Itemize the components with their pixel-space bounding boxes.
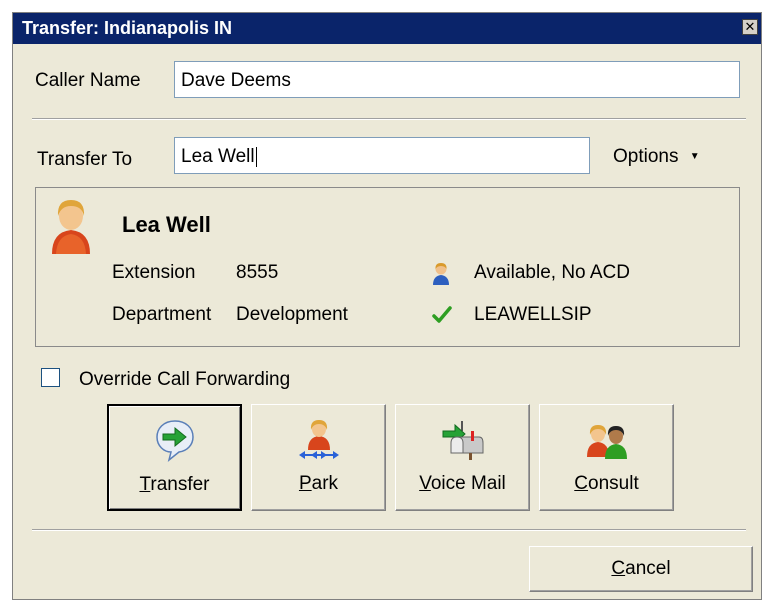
voice-mail-label: Voice Mail (419, 473, 506, 494)
options-label: Options (613, 146, 679, 167)
text-caret (255, 146, 257, 167)
user-avatar-icon (52, 200, 90, 254)
divider (32, 529, 746, 531)
transfer-to-label: Transfer To (37, 149, 133, 170)
extension-label: Extension (112, 262, 196, 283)
transfer-arrow-icon (155, 420, 194, 462)
transfer-to-field[interactable]: Lea Well (174, 137, 590, 174)
transfer-label: Transfer (139, 474, 210, 495)
park-label: Park (298, 473, 339, 494)
caller-name-value: Dave Deems (181, 70, 291, 91)
override-label[interactable]: Override Call Forwarding (79, 369, 290, 391)
department-label: Department (112, 304, 212, 325)
park-button[interactable]: Park (251, 404, 386, 511)
close-icon[interactable]: ✕ (742, 19, 758, 35)
transfer-to-value: Lea Well (181, 146, 255, 167)
caller-name-field[interactable]: Dave Deems (174, 61, 740, 98)
status-text: Available, No ACD (474, 262, 630, 283)
consult-icon (586, 425, 627, 459)
checkmark-icon (432, 306, 452, 323)
department-value: Development (236, 304, 348, 325)
transfer-dialog: Transfer: Indianapolis IN ✕ Caller Name … (12, 12, 762, 600)
transfer-button[interactable]: Transfer (107, 404, 242, 511)
contact-card: Lea Well Extension 8555 Department Devel… (35, 187, 740, 347)
extension-value: 8555 (236, 262, 279, 283)
window-title: Transfer: Indianapolis IN (22, 18, 233, 38)
voice-mail-button[interactable]: Voice Mail (395, 404, 530, 511)
consult-button[interactable]: Consult (539, 404, 674, 511)
override-checkbox[interactable] (41, 368, 60, 387)
available-status-icon (433, 263, 449, 285)
consult-label: Consult (574, 473, 639, 494)
voicemail-icon (442, 421, 483, 460)
options-dropdown[interactable]: Options ▼ (613, 146, 700, 168)
divider (32, 118, 746, 120)
title-bar[interactable]: Transfer: Indianapolis IN ✕ (13, 13, 761, 44)
contact-name: Lea Well (122, 212, 211, 237)
station-name: LEAWELLSIP (474, 304, 592, 325)
cancel-button[interactable]: Cancel (529, 546, 753, 592)
caller-name-label: Caller Name (35, 70, 141, 91)
park-icon (298, 420, 339, 459)
chevron-down-icon: ▼ (689, 151, 700, 163)
